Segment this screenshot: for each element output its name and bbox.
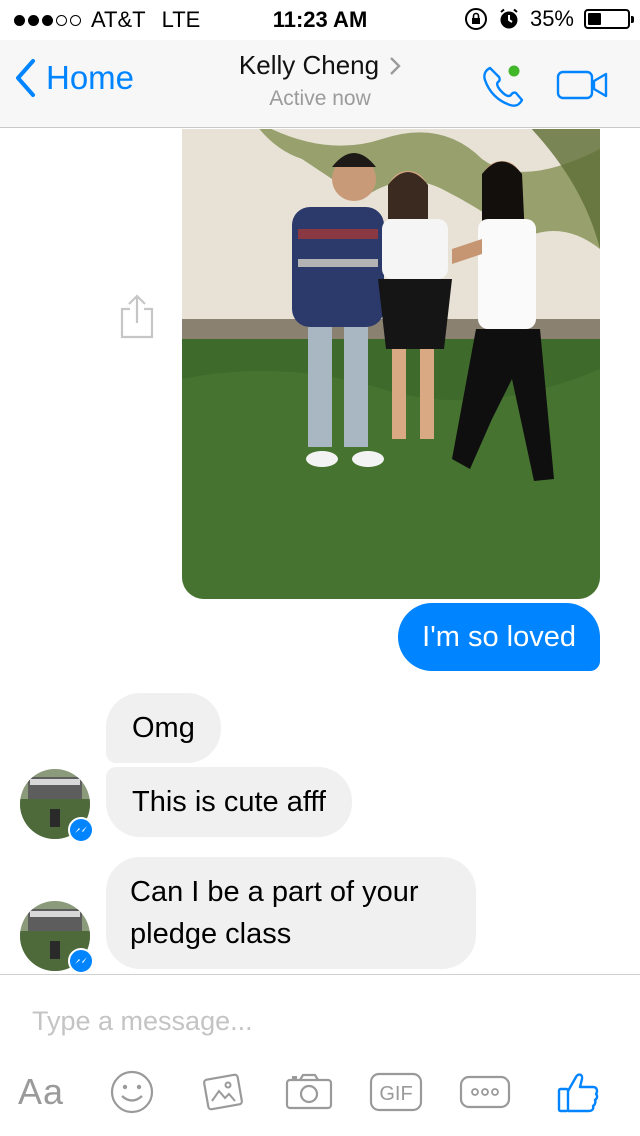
outgoing-message[interactable]: I'm so loved (398, 603, 600, 671)
message-line: Can I be a part of your (130, 876, 419, 908)
video-call-button[interactable] (556, 68, 610, 107)
voice-call-button[interactable] (478, 62, 528, 117)
contact-name: Kelly Cheng (238, 50, 380, 80)
message-input[interactable] (32, 999, 592, 1043)
alarm-icon (500, 8, 518, 29)
battery-icon (584, 9, 634, 29)
gif-button[interactable]: GIF (368, 1067, 424, 1117)
smiley-icon (110, 1070, 154, 1114)
contact-status: Active now (269, 87, 371, 110)
shared-photo[interactable] (182, 129, 600, 599)
photo-gallery-icon (203, 1073, 243, 1111)
share-icon (120, 294, 154, 339)
message-line: pledge class (130, 918, 292, 950)
camera-icon (285, 1073, 333, 1110)
like-button[interactable] (552, 1067, 604, 1117)
incoming-message[interactable]: This is cute afff (106, 767, 352, 837)
contact-title[interactable]: Kelly Cheng Active now (0, 50, 640, 111)
more-options-icon (459, 1075, 511, 1109)
conversation-header: Home Kelly Cheng Active now (0, 40, 640, 128)
messenger-badge-icon (68, 817, 94, 843)
chevron-right-icon (390, 56, 401, 75)
status-bar: AT&T LTE 11:23 AM 35% (0, 0, 640, 40)
gif-label: GIF (379, 1083, 412, 1105)
thumbs-up-icon (557, 1073, 599, 1113)
gif-icon: GIF (369, 1072, 423, 1112)
composer-toolbar: Aa GIF (0, 1067, 640, 1117)
online-indicator (508, 65, 520, 77)
rotation-lock-icon (464, 8, 487, 30)
messenger-badge-icon (68, 948, 94, 974)
incoming-message[interactable]: Omg (106, 693, 221, 763)
message-thread[interactable]: I'm so loved Omg This is cute afff Can I… (0, 129, 640, 974)
message-composer: Aa (0, 974, 640, 1136)
gallery-button[interactable] (196, 1067, 250, 1117)
video-camera-icon (556, 70, 608, 100)
text-button[interactable]: Aa (18, 1067, 64, 1117)
emoji-button[interactable] (106, 1067, 158, 1117)
phone-icon (483, 65, 524, 107)
share-button[interactable] (118, 293, 156, 344)
more-button[interactable] (458, 1067, 512, 1117)
incoming-message[interactable]: Can I be a part of your pledge class (106, 857, 476, 969)
camera-button[interactable] (282, 1067, 336, 1117)
battery-percent: 35% (529, 6, 574, 31)
status-right: 35% (464, 6, 634, 32)
photo-image (182, 129, 600, 599)
